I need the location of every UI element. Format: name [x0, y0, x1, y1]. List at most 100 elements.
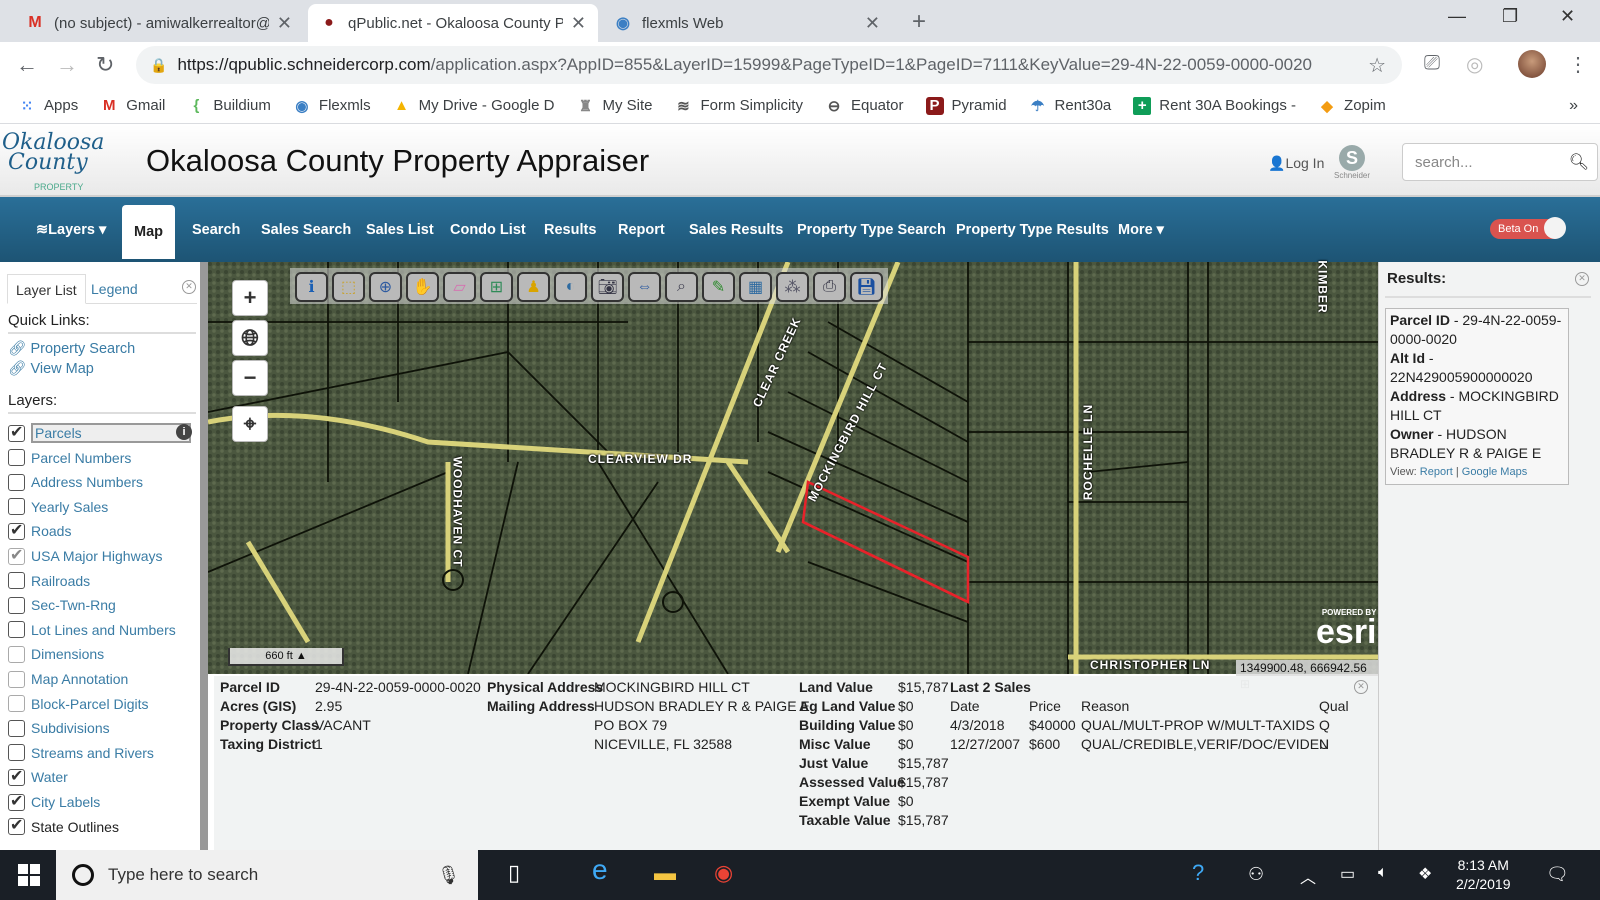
nav-layers[interactable]: ≋ Layers ▾ — [36, 197, 106, 262]
bookmark-my-drive[interactable]: ▲ My Drive - Google D — [393, 97, 554, 115]
profile-avatar[interactable] — [1518, 50, 1546, 78]
globe-full-extent-button[interactable]: 🌐︎ — [232, 320, 268, 356]
restore-button[interactable]: ❐ — [1502, 6, 1518, 27]
layer-checkbox[interactable] — [8, 545, 25, 565]
nav-sales-search[interactable]: Sales Search — [261, 197, 351, 262]
cast-icon[interactable]: ⎚ — [1424, 52, 1440, 75]
layer-item[interactable]: Yearly Sales — [8, 496, 108, 518]
layer-checkbox[interactable] — [8, 473, 25, 491]
print-tool-button[interactable]: ⎙ — [813, 272, 846, 302]
bookmark-zopim[interactable]: ◆ Zopim — [1318, 97, 1385, 115]
layer-label[interactable]: Subdivisions — [31, 720, 110, 736]
microphone-icon[interactable]: 🎙︎ — [437, 865, 460, 886]
bookmark-equator[interactable]: ⊖ Equator — [825, 97, 904, 115]
zoom-in-button[interactable]: + — [232, 280, 268, 316]
layer-checkbox[interactable] — [8, 520, 25, 540]
search-icon[interactable]: 🔍︎ — [1569, 152, 1589, 172]
people-icon[interactable]: ⚇ — [1248, 864, 1264, 885]
show-hidden-icons[interactable]: ︿ — [1300, 864, 1316, 888]
layer-checkbox[interactable] — [8, 449, 25, 467]
bookmark-gmail[interactable]: M Gmail — [100, 97, 165, 115]
layer-label[interactable]: Streams and Rivers — [31, 745, 154, 761]
layer-item[interactable]: Parcel Numbers — [8, 447, 131, 469]
layer-item[interactable]: USA Major Highways — [8, 545, 163, 567]
close-tab-icon[interactable]: ✕ — [277, 13, 292, 34]
new-tab-button[interactable]: + — [912, 8, 926, 36]
layer-label[interactable]: Lot Lines and Numbers — [31, 622, 176, 638]
internet-explorer-icon[interactable]: e — [592, 854, 608, 886]
bookmark-rent30a[interactable]: ☂ Rent30a — [1029, 97, 1111, 115]
layer-label[interactable]: Map Annotation — [31, 671, 128, 687]
layer-item[interactable]: Water — [8, 766, 68, 788]
report-link[interactable]: Report — [1420, 466, 1453, 478]
layer-item[interactable]: State Outlines — [8, 815, 119, 838]
layer-item[interactable]: City Labels — [8, 791, 100, 813]
login-link[interactable]: 👤Log In — [1268, 155, 1324, 172]
task-view-icon[interactable]: ▯ — [508, 860, 520, 886]
extension-icon[interactable]: ◎ — [1466, 52, 1483, 77]
more-bookmarks-button[interactable]: » — [1569, 97, 1578, 115]
layer-label[interactable]: Roads — [31, 523, 71, 539]
bookmark-apps[interactable]: ⁙ Apps — [18, 97, 79, 115]
bookmark-buildium[interactable]: {Buildium — [187, 97, 270, 115]
menu-icon[interactable]: ⋮ — [1568, 52, 1588, 77]
layer-label[interactable]: Water — [31, 769, 68, 785]
layer-checkbox[interactable] — [8, 719, 25, 737]
reload-button[interactable]: ↻ — [96, 52, 114, 78]
layer-item[interactable]: Subdivisions — [8, 717, 110, 739]
layer-label[interactable]: City Labels — [31, 794, 100, 810]
layer-label[interactable]: Parcel Numbers — [31, 450, 131, 466]
bookmark-pyramid[interactable]: P Pyramid — [925, 96, 1007, 115]
identify-tool-button[interactable]: ℹ — [295, 272, 328, 302]
start-button[interactable] — [18, 864, 40, 886]
layer-checkbox[interactable] — [8, 422, 25, 442]
tab-flexmls[interactable]: ◉ flexmls Web ✕ — [602, 4, 892, 42]
tab-gmail[interactable]: M (no subject) - amiwalkerrealtor@ ✕ — [14, 4, 304, 42]
zoom-out-button[interactable]: − — [232, 360, 268, 396]
nav-results[interactable]: Results — [544, 197, 596, 262]
add-to-selection-tool-button[interactable]: ⊞ — [480, 272, 513, 302]
taskbar-search[interactable]: Type here to search 🎙︎ — [56, 850, 478, 900]
close-tab-icon[interactable]: ✕ — [865, 13, 880, 34]
back-button[interactable]: ← — [16, 52, 38, 78]
nav-property-type-results[interactable]: Property Type Results — [956, 197, 1109, 262]
layer-label[interactable]: Dimensions — [31, 646, 104, 662]
volume-icon[interactable]: 🔈︎ — [1378, 864, 1388, 882]
nav-report[interactable]: Report — [618, 197, 665, 262]
layer-checkbox[interactable] — [8, 596, 25, 614]
globe-tool-button[interactable]: ◐ — [554, 272, 587, 302]
layer-checkbox[interactable] — [8, 645, 25, 663]
bookmark-flexmls[interactable]: ◉ Flexmls — [293, 97, 370, 115]
nav-condo-list[interactable]: Condo List — [450, 197, 526, 262]
quick-link-property-search[interactable]: 🔗︎ Property Search — [8, 340, 135, 357]
buffer-tool-button[interactable]: ⁂ — [776, 272, 809, 302]
bookmark-rent30a-bookings[interactable]: + Rent 30A Bookings - — [1133, 96, 1296, 115]
layer-checkbox[interactable] — [8, 815, 25, 836]
nav-sales-list[interactable]: Sales List — [366, 197, 434, 262]
quick-link-view-map[interactable]: 🔗︎ View Map — [8, 360, 94, 377]
layer-label[interactable]: Sec-Twn-Rng — [31, 597, 116, 613]
nav-search[interactable]: Search — [192, 197, 240, 262]
erase-tool-button[interactable]: ▱ — [443, 272, 476, 302]
layer-item[interactable]: Block-Parcel Digits — [8, 693, 148, 715]
search-map-tool-button[interactable]: ⌕ — [665, 272, 698, 302]
layer-checkbox[interactable] — [8, 744, 25, 762]
layer-label[interactable]: Block-Parcel Digits — [31, 696, 148, 712]
nav-sales-results[interactable]: Sales Results — [689, 197, 783, 262]
layer-checkbox[interactable] — [8, 766, 25, 786]
layer-label[interactable]: USA Major Highways — [31, 548, 163, 564]
locate-button[interactable]: ⌖ — [232, 406, 268, 442]
layer-item[interactable]: Map Annotation — [8, 668, 128, 690]
help-icon[interactable]: ? — [1192, 860, 1204, 886]
layer-label[interactable]: Yearly Sales — [31, 499, 108, 515]
layer-checkbox[interactable] — [8, 498, 25, 516]
close-info-icon[interactable]: ✕ — [1354, 680, 1368, 694]
close-tab-icon[interactable]: ✕ — [571, 13, 586, 34]
layer-item[interactable]: Sec-Twn-Rng — [8, 594, 116, 616]
beta-toggle[interactable]: Beta On — [1490, 217, 1566, 239]
layer-item[interactable]: Address Numbers — [8, 471, 143, 493]
tab-legend[interactable]: Legend — [83, 274, 146, 304]
layer-checkbox[interactable] — [8, 695, 25, 713]
close-window-button[interactable]: ✕ — [1560, 6, 1575, 27]
layer-item[interactable]: Lot Lines and Numbers — [8, 619, 176, 641]
